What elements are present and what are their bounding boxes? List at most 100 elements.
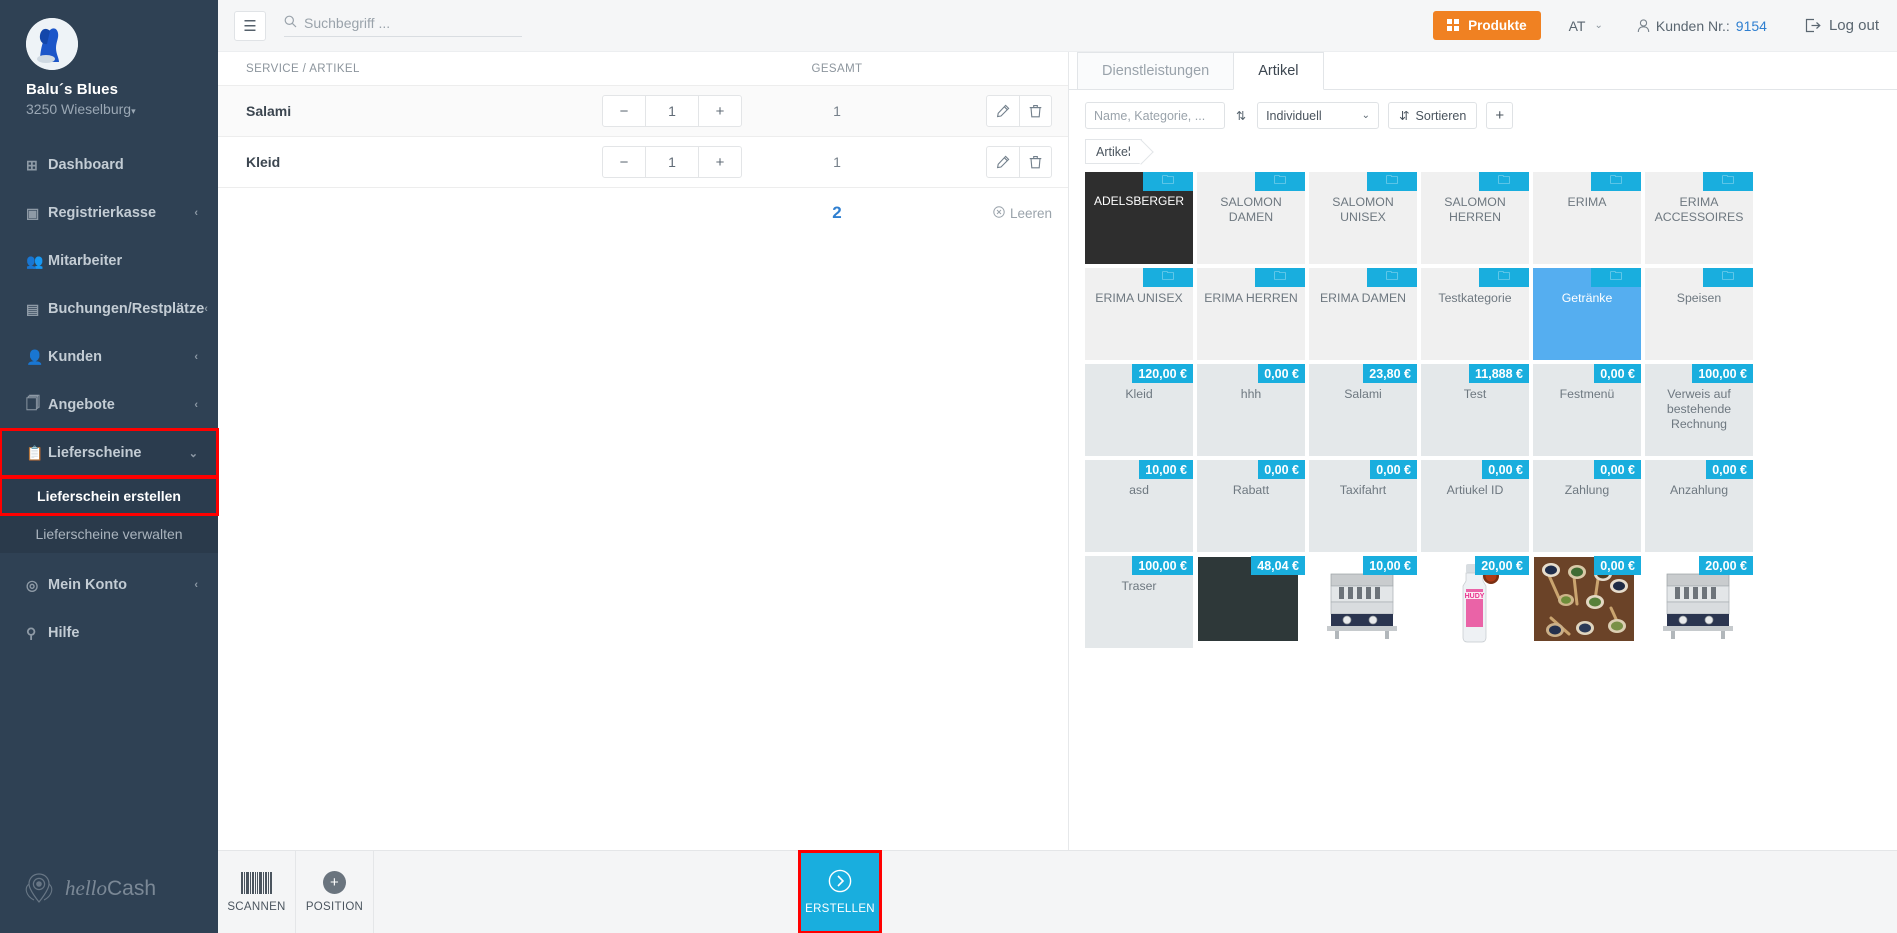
product-tile-toaster-1[interactable]: 10,00 € [1309, 556, 1417, 648]
product-tile-asd[interactable]: 10,00 € asd [1085, 460, 1193, 552]
sidebar-item-mitarbeiter[interactable]: 👥 Mitarbeiter [0, 237, 218, 285]
tile-label: hhh [1240, 387, 1262, 401]
tile-label: Kleid [1125, 387, 1153, 401]
price-badge: 20,00 € [1699, 556, 1753, 575]
sidebar-item-lieferschein-erstellen[interactable]: Lieferschein erstellen [0, 476, 219, 516]
sidebar-item-registrierkasse[interactable]: ▣ Registrierkasse ‹ [0, 189, 218, 237]
customer-number[interactable]: Kunden Nr.: 9154 [1637, 18, 1767, 34]
product-tile-festmenue[interactable]: 0,00 € Festmenü [1533, 364, 1641, 456]
tab-artikel[interactable]: Artikel [1233, 52, 1324, 90]
price-badge: 10,00 € [1139, 460, 1193, 479]
tile-label: SALOMON HERREN [1444, 195, 1506, 224]
sort-button[interactable]: ⇵ Sortieren [1388, 102, 1478, 129]
customer-number-value: 9154 [1735, 17, 1767, 34]
product-tile-test[interactable]: 11,888 € Test [1421, 364, 1529, 456]
product-tile-traser[interactable]: 100,00 € Traser [1085, 556, 1193, 648]
decrement-button[interactable]: − [603, 96, 645, 126]
price-badge: 10,00 € [1363, 556, 1417, 575]
delete-icon[interactable] [1019, 147, 1051, 177]
tile-label: ERIMA DAMEN [1319, 291, 1407, 305]
sidebar-item-dashboard[interactable]: ⊞ Dashboard [0, 141, 218, 189]
product-tile-kleid[interactable]: 120,00 € Kleid [1085, 364, 1193, 456]
produkte-button[interactable]: Produkte [1433, 11, 1541, 40]
breadcrumb-item-artikel[interactable]: Artikel [1085, 139, 1142, 164]
view-select-value: Individuell [1266, 108, 1322, 123]
sidebar-item-kunden[interactable]: 👤 Kunden ‹ [0, 333, 218, 381]
language-selector[interactable]: AT ⌄ [1569, 18, 1603, 34]
cash-register-icon: ▣ [26, 204, 40, 221]
folder-icon: 🗀 [1255, 268, 1305, 287]
table-row[interactable]: Kleid − 1 + 1 [218, 137, 1068, 188]
language-label: AT [1568, 17, 1586, 34]
category-tile-salomon-unisex[interactable]: 🗀 SALOMON UNISEX [1309, 172, 1417, 264]
delete-icon[interactable] [1019, 96, 1051, 126]
product-toolbar: Name, Kategorie, ... ⇅ Individuell ⌄ ⇵ S… [1069, 90, 1897, 129]
product-tile-spices[interactable]: 0,00 € [1533, 556, 1641, 648]
quantity-input[interactable]: 1 [645, 96, 699, 126]
tile-label: ERIMA [1567, 195, 1607, 209]
logout-button[interactable]: Log out [1805, 17, 1879, 34]
product-tile-rabatt[interactable]: 0,00 € Rabatt [1197, 460, 1305, 552]
product-tile-spray-bottle[interactable]: HUDY 20,00 € [1421, 556, 1529, 648]
product-tile-anzahlung[interactable]: 0,00 € Anzahlung [1645, 460, 1753, 552]
product-tile-artiukel-id[interactable]: 0,00 € Artiukel ID [1421, 460, 1529, 552]
sidebar-item-mein-konto[interactable]: ◎ Mein Konto ‹ [0, 561, 218, 609]
increment-button[interactable]: + [699, 96, 741, 126]
position-button[interactable]: + POSITION [296, 851, 374, 933]
brand-city[interactable]: 3250 Wieselburg▾ [26, 101, 218, 117]
create-button[interactable]: ERSTELLEN [798, 850, 882, 933]
tab-dienstleistungen[interactable]: Dienstleistungen [1077, 52, 1235, 89]
hamburger-icon[interactable]: ☰ [234, 10, 266, 41]
product-tile-zahlung[interactable]: 0,00 € Zahlung [1533, 460, 1641, 552]
sort-toggle-icon[interactable]: ⇅ [1234, 110, 1248, 122]
bottom-toolbar-spacer [374, 851, 799, 933]
category-tile-erima-accessoires[interactable]: 🗀 ERIMA ACCESSOIRES [1645, 172, 1753, 264]
sidebar-item-lieferscheine[interactable]: 📋 Lieferscheine ⌄ [0, 428, 219, 478]
category-tile-erima[interactable]: 🗀 ERIMA [1533, 172, 1641, 264]
bottom-toolbar: SCANNEN + POSITION ERSTELLEN [218, 850, 1897, 933]
chevron-down-icon: ⌄ [1594, 20, 1603, 31]
product-tile-dark-fabric[interactable]: 48,04 € [1197, 556, 1305, 648]
folder-icon: 🗀 [1591, 268, 1641, 287]
sidebar-item-hilfe[interactable]: ⚲ Hilfe [0, 609, 218, 657]
increment-button[interactable]: + [699, 147, 741, 177]
chevron-left-icon: ‹ [194, 351, 198, 363]
add-article-button[interactable]: + [1486, 102, 1514, 129]
category-tile-adelsberger[interactable]: 🗀 ADELSBERGER [1085, 172, 1193, 264]
product-tile-taxifahrt[interactable]: 0,00 € Taxifahrt [1309, 460, 1417, 552]
edit-icon[interactable] [987, 96, 1019, 126]
category-tile-erima-herren[interactable]: 🗀 ERIMA HERREN [1197, 268, 1305, 360]
user-icon [1637, 18, 1650, 32]
product-grid: 🗀 ADELSBERGER 🗀 SALOMON DAMEN 🗀 SALOMON … [1069, 164, 1859, 648]
category-tile-erima-damen[interactable]: 🗀 ERIMA DAMEN [1309, 268, 1417, 360]
category-tile-speisen[interactable]: 🗀 Speisen [1645, 268, 1753, 360]
price-badge: 0,00 € [1706, 460, 1753, 479]
scan-button[interactable]: SCANNEN [218, 851, 296, 933]
view-select[interactable]: Individuell ⌄ [1257, 102, 1380, 129]
quantity-input[interactable]: 1 [645, 147, 699, 177]
tile-label: Anzahlung [1669, 483, 1729, 497]
search-input[interactable]: Suchbegriff ... [284, 15, 522, 37]
sidebar-submenu: Lieferschein erstellen Lieferscheine ver… [0, 476, 219, 553]
category-tile-salomon-herren[interactable]: 🗀 SALOMON HERREN [1421, 172, 1529, 264]
edit-icon[interactable] [987, 147, 1019, 177]
decrement-button[interactable]: − [603, 147, 645, 177]
sidebar-item-buchungen[interactable]: ▤ Buchungen/Restplätze ‹ [0, 285, 218, 333]
folder-icon: 🗀 [1367, 172, 1417, 191]
briefcase-icon: 🗍 [26, 395, 40, 411]
table-row[interactable]: Salami − 1 + 1 [218, 86, 1068, 137]
cart-item-total: 1 [833, 154, 841, 170]
sidebar-item-angebote[interactable]: 🗍 Angebote ‹ [0, 381, 218, 429]
sidebar-item-label: Dashboard [48, 157, 124, 173]
category-tile-testkategorie[interactable]: 🗀 Testkategorie [1421, 268, 1529, 360]
product-tile-toaster-2[interactable]: 20,00 € [1645, 556, 1753, 648]
sidebar-item-lieferscheine-verwalten[interactable]: Lieferscheine verwalten [0, 515, 218, 553]
category-tile-getraenke[interactable]: 🗀 Getränke [1533, 268, 1641, 360]
category-tile-salomon-damen[interactable]: 🗀 SALOMON DAMEN [1197, 172, 1305, 264]
clear-cart-button[interactable]: Leeren [932, 206, 1052, 221]
product-search-input[interactable]: Name, Kategorie, ... [1085, 102, 1225, 129]
product-tile-salami[interactable]: 23,80 € Salami [1309, 364, 1417, 456]
product-tile-hhh[interactable]: 0,00 € hhh [1197, 364, 1305, 456]
product-tile-verweis-rechnung[interactable]: 100,00 € Verweis auf bestehende Rechnung [1645, 364, 1753, 456]
category-tile-erima-unisex[interactable]: 🗀 ERIMA UNISEX [1085, 268, 1193, 360]
